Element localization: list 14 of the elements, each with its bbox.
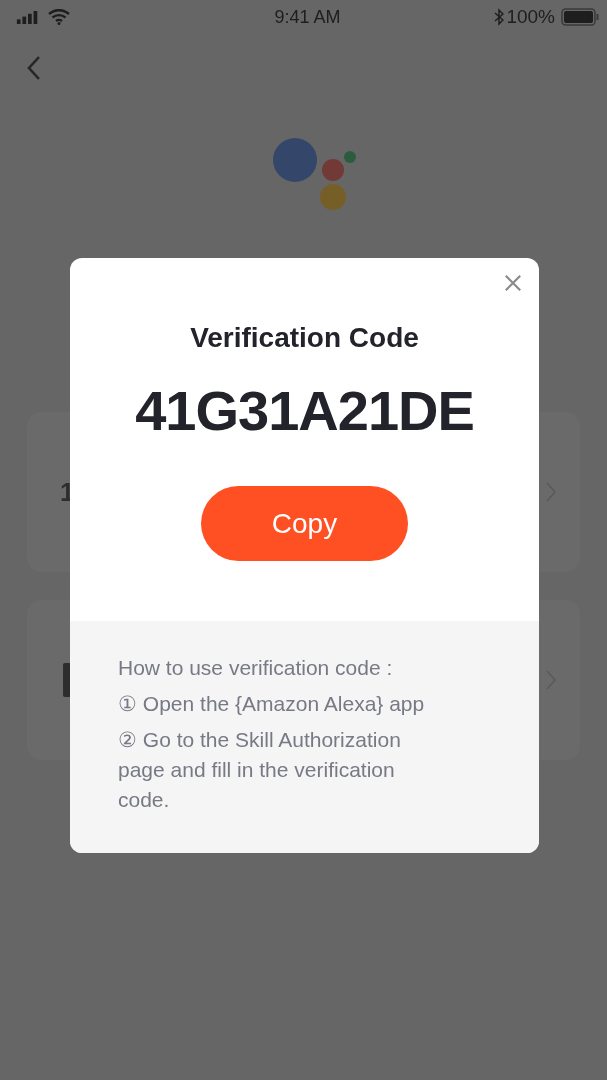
dialog-title: Verification Code: [190, 322, 419, 354]
status-time: 9:41 AM: [274, 6, 341, 28]
wifi-icon: [48, 9, 70, 25]
close-icon[interactable]: [504, 274, 522, 292]
instruction-step: ② Go to the Skill Authorization page and fill in the verification code.: [118, 725, 438, 815]
battery-percent: 100%: [506, 6, 555, 28]
verification-code: 41G31A21DE: [135, 378, 474, 443]
signal-icon: [16, 10, 40, 24]
battery-icon: [561, 8, 599, 26]
copy-button[interactable]: Copy: [201, 486, 408, 561]
instruction-step: ① Open the {Amazon Alexa} app: [118, 689, 438, 719]
back-icon[interactable]: [27, 55, 41, 81]
instructions-heading: How to use verification code :: [118, 655, 394, 681]
bluetooth-icon: [494, 8, 505, 26]
